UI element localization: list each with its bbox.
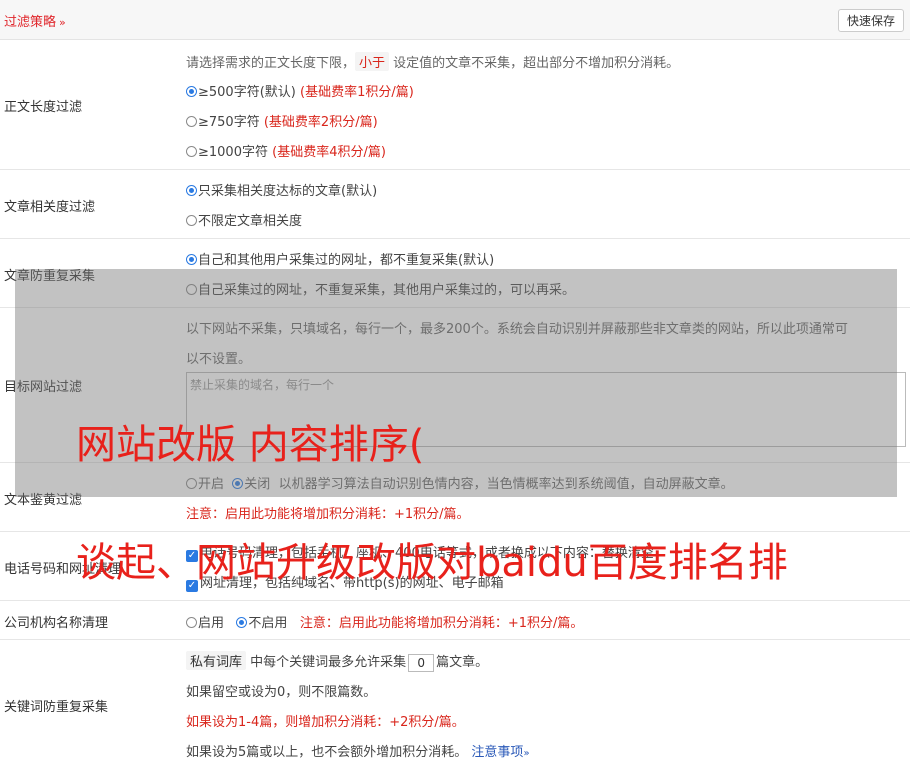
keyword-dedup-row: 关键词防重复采集 私有词库 中每个关键词最多允许采集 篇文章。 如果留空或设为0，… — [0, 640, 910, 768]
desc-text: 中每个关键词最多允许采集 — [250, 655, 407, 670]
option-label: ≥500字符(默认) — [198, 85, 296, 100]
radio-icon[interactable] — [186, 617, 197, 628]
max-articles-input[interactable] — [408, 653, 435, 672]
private-lexicon-tag: 私有词库 — [186, 651, 247, 670]
radio-selected-icon[interactable] — [236, 617, 248, 628]
option-note: (基础费率1积分/篇) — [300, 85, 414, 100]
length-option-500[interactable]: ≥500字符(默认) (基础费率1积分/篇) — [186, 81, 414, 100]
company-filter-options: 启用 不启用 注意：启用此功能将增加积分消耗：+1积分/篇。 — [186, 612, 583, 631]
option-label: 启用 — [198, 616, 225, 631]
desc-text: 如果设为5篇或以上，也不会额外增加积分消耗。 — [186, 745, 468, 760]
company-filter-label: 公司机构名称清理 — [4, 616, 109, 631]
relevance-option-required[interactable]: 只采集相关度达标的文章(默认) — [186, 180, 377, 199]
length-filter-desc: 请选择需求的正文长度下限， 小于 设定值的文章不采集，超出部分不增加积分消耗。 — [186, 52, 679, 71]
desc-text: 请选择需求的正文长度下限， — [186, 56, 356, 71]
option-label: ≥750字符 — [198, 115, 260, 130]
quick-save-button[interactable]: 快速保存 — [837, 9, 904, 32]
company-filter-on[interactable]: 启用 — [186, 616, 224, 631]
option-label: 不启用 — [248, 616, 288, 631]
option-label: 不限定文章相关度 — [198, 214, 303, 229]
watermark-text-1: 网站改版 内容排序( — [76, 422, 425, 468]
company-filter-note: 注意：启用此功能将增加积分消耗：+1积分/篇。 — [299, 616, 584, 631]
porn-filter-note: 注意：启用此功能将增加积分消耗：+1积分/篇。 — [186, 507, 470, 522]
radio-icon[interactable] — [186, 146, 197, 157]
desc-text: 篇文章。 — [436, 655, 489, 670]
length-filter-label: 正文长度过滤 — [4, 100, 83, 115]
radio-icon[interactable] — [186, 116, 197, 127]
notes-link-label: 注意事项 — [471, 745, 524, 760]
less-than-tag: 小于 — [355, 52, 390, 71]
length-filter-row: 正文长度过滤 请选择需求的正文长度下限， 小于 设定值的文章不采集，超出部分不增加… — [0, 40, 910, 170]
keyword-dedup-line-4: 如果设为5篇或以上，也不会额外增加积分消耗。 注意事项» — [186, 741, 530, 760]
company-filter-off[interactable]: 不启用 — [236, 616, 287, 631]
notes-link[interactable]: 注意事项» — [471, 745, 529, 760]
chevron-down-icon: » — [59, 16, 66, 29]
relevance-option-any[interactable]: 不限定文章相关度 — [186, 210, 302, 229]
option-label: 自己和其他用户采集过的网址，都不重复采集(默认) — [198, 253, 495, 268]
length-option-750[interactable]: ≥750字符 (基础费率2积分/篇) — [186, 111, 378, 130]
watermark-text-2: 谈起、网站升级改版对baidu百度排名排 — [76, 540, 788, 586]
radio-selected-icon[interactable] — [186, 86, 197, 97]
radio-selected-icon[interactable] — [186, 185, 197, 196]
option-note: (基础费率4积分/篇) — [272, 145, 386, 160]
company-filter-row: 公司机构名称清理 启用 不启用 注意：启用此功能将增加积分消耗：+1积分/篇。 — [0, 601, 910, 640]
length-option-1000[interactable]: ≥1000字符 (基础费率4积分/篇) — [186, 141, 386, 160]
keyword-dedup-line-2: 如果留空或设为0，则不限篇数。 — [186, 685, 377, 700]
relevance-filter-row: 文章相关度过滤 只采集相关度达标的文章(默认) 不限定文章相关度 — [0, 170, 910, 239]
relevance-filter-label: 文章相关度过滤 — [4, 200, 96, 215]
desc-text: 设定值的文章不采集，超出部分不增加积分消耗。 — [393, 56, 680, 71]
keyword-dedup-line-1: 私有词库 中每个关键词最多允许采集 篇文章。 — [186, 651, 488, 672]
section-header: 过滤策略» 快速保存 — [0, 0, 910, 40]
chevron-down-icon: » — [523, 748, 530, 759]
radio-icon[interactable] — [186, 215, 197, 226]
option-label: ≥1000字符 — [198, 145, 268, 160]
keyword-dedup-line-3: 如果设为1-4篇，则增加积分消耗：+2积分/篇。 — [186, 715, 465, 730]
option-label: 只采集相关度达标的文章(默认) — [198, 184, 378, 199]
radio-selected-icon[interactable] — [186, 254, 197, 265]
filter-strategy-toggle[interactable]: 过滤策略» — [4, 11, 66, 30]
option-note: (基础费率2积分/篇) — [263, 115, 378, 130]
section-title: 过滤策略 — [4, 15, 57, 30]
keyword-dedup-label: 关键词防重复采集 — [4, 700, 109, 715]
dedup-option-all[interactable]: 自己和其他用户采集过的网址，都不重复采集(默认) — [186, 249, 494, 268]
